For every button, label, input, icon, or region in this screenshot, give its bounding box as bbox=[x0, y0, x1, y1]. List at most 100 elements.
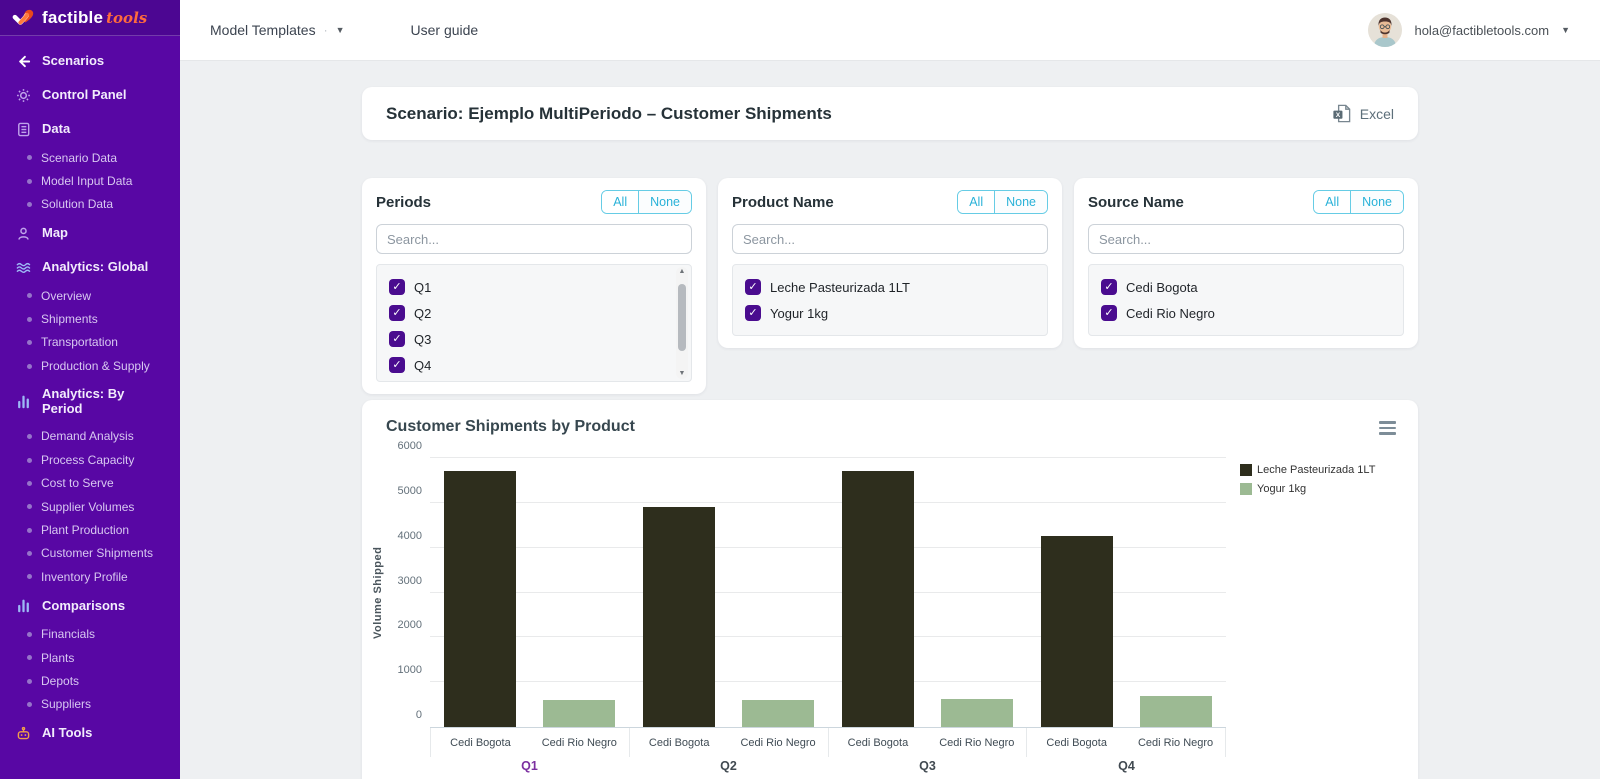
bullet-icon bbox=[27, 481, 32, 486]
filter-search-input[interactable] bbox=[1088, 224, 1404, 254]
checkbox-option-leche-pasteurizada-1lt[interactable]: ✓Leche Pasteurizada 1LT bbox=[745, 274, 1035, 300]
hamburger-icon[interactable] bbox=[1379, 421, 1396, 435]
select-all-button[interactable]: All bbox=[1314, 191, 1350, 213]
bullet-icon bbox=[27, 317, 32, 322]
sidebar-subitem-shipments[interactable]: Shipments bbox=[0, 308, 180, 331]
sidebar-subitem-transportation[interactable]: Transportation bbox=[0, 331, 180, 354]
sidebar-subitem-model-input-data[interactable]: Model Input Data bbox=[0, 169, 180, 192]
sidebar-subitem-overview[interactable]: Overview bbox=[0, 284, 180, 307]
sidebar-item-comparisons[interactable]: Comparisons bbox=[0, 589, 180, 623]
checkbox-checked-icon[interactable]: ✓ bbox=[745, 305, 761, 321]
category-label: Cedi Rio Negro bbox=[1126, 728, 1225, 757]
checkbox-checked-icon[interactable]: ✓ bbox=[389, 279, 405, 295]
sidebar-item-analytics-global[interactable]: Analytics: Global bbox=[0, 250, 180, 284]
sidebar-subitem-cost-to-serve[interactable]: Cost to Serve bbox=[0, 472, 180, 495]
filter-panel-source-name: Source NameAllNone✓Cedi Bogota✓Cedi Rio … bbox=[1074, 178, 1418, 348]
all-none-toggle: AllNone bbox=[601, 190, 692, 214]
sidebar-subitem-plants[interactable]: Plants bbox=[0, 646, 180, 669]
chart-card: Customer Shipments by Product Volume Shi… bbox=[362, 400, 1418, 779]
legend-item-yogur-1kg[interactable]: Yogur 1kg bbox=[1240, 483, 1404, 495]
filter-search-input[interactable] bbox=[732, 224, 1048, 254]
checkbox-option-q2[interactable]: ✓Q2 bbox=[389, 300, 667, 326]
sidebar-item-label: Data bbox=[42, 121, 70, 137]
checkbox-option-q4[interactable]: ✓Q4 bbox=[389, 352, 667, 378]
checkbox-checked-icon[interactable]: ✓ bbox=[1101, 279, 1117, 295]
checkbox-option-yogur-1kg[interactable]: ✓Yogur 1kg bbox=[745, 300, 1035, 326]
scrollbar-track[interactable] bbox=[678, 277, 686, 369]
category-label: Cedi Rio Negro bbox=[927, 728, 1026, 757]
bullet-icon bbox=[27, 458, 32, 463]
sidebar-item-map[interactable]: Map bbox=[0, 216, 180, 250]
checkbox-option-cedi-bogota[interactable]: ✓Cedi Bogota bbox=[1101, 274, 1391, 300]
category-label: Cedi Bogota bbox=[431, 728, 530, 757]
excel-export-button[interactable]: X Excel bbox=[1331, 103, 1394, 124]
waves-icon bbox=[14, 258, 32, 276]
sidebar-item-control-panel[interactable]: Control Panel bbox=[0, 78, 180, 112]
sidebar-item-analytics-by-period[interactable]: Analytics: By Period bbox=[0, 378, 180, 425]
checkbox-option-q3[interactable]: ✓Q3 bbox=[389, 326, 667, 352]
legend-label: Leche Pasteurizada 1LT bbox=[1257, 464, 1375, 476]
checkbox-option-q1[interactable]: ✓ Q1 bbox=[389, 274, 667, 300]
topbar: Model Templates · ▼ User guide hola@f bbox=[180, 0, 1600, 61]
sidebar-subitem-demand-analysis[interactable]: Demand Analysis bbox=[0, 425, 180, 448]
bar-q4-cedi-rio-negro[interactable] bbox=[1140, 696, 1212, 727]
bar-q3-cedi-bogota[interactable] bbox=[842, 471, 914, 727]
select-all-button[interactable]: All bbox=[958, 191, 994, 213]
sidebar-subitem-solution-data[interactable]: Solution Data bbox=[0, 193, 180, 216]
bar-q4-cedi-bogota[interactable] bbox=[1041, 536, 1113, 727]
sidebar-item-data[interactable]: Data bbox=[0, 112, 180, 146]
bar-q2-cedi-bogota[interactable] bbox=[643, 507, 715, 727]
user-guide-link[interactable]: User guide bbox=[411, 22, 479, 38]
bar-q2-cedi-rio-negro[interactable] bbox=[742, 700, 814, 727]
sidebar-subitem-process-capacity[interactable]: Process Capacity bbox=[0, 448, 180, 471]
category-label-group: Cedi BogotaCedi Rio Negro bbox=[829, 728, 1028, 757]
bar-q3-cedi-rio-negro[interactable] bbox=[941, 699, 1013, 727]
sidebar-subitem-plant-production[interactable]: Plant Production bbox=[0, 518, 180, 541]
checkbox-checked-icon[interactable]: ✓ bbox=[1101, 305, 1117, 321]
sidebar-item-scenarios[interactable]: Scenarios bbox=[0, 44, 180, 78]
legend-swatch-icon bbox=[1240, 483, 1252, 495]
sidebar-subitem-depots[interactable]: Depots bbox=[0, 669, 180, 692]
bullet-icon bbox=[27, 340, 32, 345]
page-content: Scenario: Ejemplo MultiPeriodo – Custome… bbox=[180, 61, 1600, 779]
select-none-button[interactable]: None bbox=[1350, 191, 1403, 213]
checkbox-checked-icon[interactable]: ✓ bbox=[389, 357, 405, 373]
sidebar-subitem-scenario-data[interactable]: Scenario Data bbox=[0, 146, 180, 169]
sidebar-item-ai-tools[interactable]: AI Tools bbox=[0, 716, 180, 750]
sidebar-subitem-label: Cost to Serve bbox=[41, 476, 114, 490]
select-all-button[interactable]: All bbox=[602, 191, 638, 213]
sidebar-subitem-supplier-volumes[interactable]: Supplier Volumes bbox=[0, 495, 180, 518]
sidebar-subitem-inventory-profile[interactable]: Inventory Profile bbox=[0, 565, 180, 588]
select-none-button[interactable]: None bbox=[994, 191, 1047, 213]
brand-logo[interactable]: factible tools bbox=[0, 0, 180, 36]
all-none-toggle: AllNone bbox=[957, 190, 1048, 214]
scrollbar-thumb[interactable] bbox=[678, 284, 686, 350]
user-menu[interactable]: hola@factibletools.com ▼ bbox=[1368, 13, 1570, 47]
bullet-icon bbox=[27, 504, 32, 509]
bar-q1-cedi-bogota[interactable] bbox=[444, 471, 516, 727]
bullet-icon bbox=[27, 364, 32, 369]
scroll-down-icon[interactable]: ▼ bbox=[679, 369, 686, 379]
filters-row: PeriodsAllNone✓Q1✓Q2✓Q3✓Q4▲▼Product Name… bbox=[362, 178, 1418, 394]
bar-q1-cedi-rio-negro[interactable] bbox=[543, 700, 615, 727]
option-label: Q1 bbox=[414, 280, 431, 295]
bar-slot bbox=[1127, 458, 1227, 727]
checkbox-checked-icon[interactable]: ✓ bbox=[389, 305, 405, 321]
sidebar-subitem-suppliers[interactable]: Suppliers bbox=[0, 693, 180, 716]
scroll-up-icon[interactable]: ▲ bbox=[679, 267, 686, 277]
checkbox-checked-icon[interactable]: ✓ bbox=[745, 279, 761, 295]
select-none-button[interactable]: None bbox=[638, 191, 691, 213]
legend-label: Yogur 1kg bbox=[1257, 483, 1306, 495]
sidebar-subitem-label: Plant Production bbox=[41, 523, 129, 537]
filter-search-input[interactable] bbox=[376, 224, 692, 254]
sidebar-subitem-financials[interactable]: Financials bbox=[0, 623, 180, 646]
robot-icon bbox=[14, 724, 32, 742]
sidebar-subitem-customer-shipments[interactable]: Customer Shipments bbox=[0, 542, 180, 565]
document-icon bbox=[14, 120, 32, 138]
checkbox-option-cedi-rio-negro[interactable]: ✓Cedi Rio Negro bbox=[1101, 300, 1391, 326]
legend-item-leche-pasteurizada-1lt[interactable]: Leche Pasteurizada 1LT bbox=[1240, 464, 1404, 476]
checkbox-checked-icon[interactable]: ✓ bbox=[389, 331, 405, 347]
sidebar-subitem-production-supply[interactable]: Production & Supply bbox=[0, 354, 180, 377]
list-scrollbar[interactable]: ▲▼ bbox=[676, 267, 688, 379]
model-templates-menu[interactable]: Model Templates · ▼ bbox=[210, 22, 345, 38]
